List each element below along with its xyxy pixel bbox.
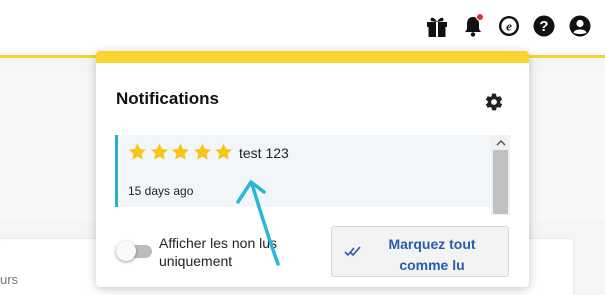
gear-icon	[485, 93, 503, 111]
mark-all-read-label: Marquez tout comme lu	[388, 236, 476, 273]
popup-title: Notifications	[116, 89, 219, 108]
notification-settings-button[interactable]	[484, 92, 504, 112]
star-rating	[127, 142, 235, 162]
notification-text: test 123	[239, 145, 289, 161]
notifications-bell-button[interactable]	[460, 13, 486, 39]
e-circle-icon[interactable]: e	[496, 13, 522, 39]
notifications-scrollbar[interactable]	[491, 135, 510, 215]
star-icon	[150, 143, 168, 160]
notifications-popup: Notifications test 123 15 days ago Affic…	[96, 51, 529, 287]
double-check-icon	[344, 246, 361, 257]
star-icon	[193, 143, 211, 160]
toggle-knob	[116, 241, 136, 261]
mark-all-read-button[interactable]: Marquez tout comme lu	[331, 226, 509, 277]
star-icon	[215, 143, 233, 160]
scrollbar-thumb[interactable]	[493, 150, 508, 214]
star-icon	[129, 143, 146, 160]
star-icon	[172, 143, 190, 160]
chevron-up-icon	[495, 139, 506, 146]
svg-text:?: ?	[539, 18, 548, 35]
notifications-list: test 123 15 days ago	[115, 135, 510, 215]
svg-text:e: e	[506, 19, 512, 34]
help-icon[interactable]: ?	[531, 13, 557, 39]
popup-accent-bar	[96, 51, 529, 63]
notification-dot	[476, 13, 484, 21]
notification-time: 15 days ago	[128, 184, 194, 198]
notification-item[interactable]: test 123 15 days ago	[115, 135, 491, 207]
unread-only-toggle[interactable]	[116, 241, 152, 261]
scroll-up-button[interactable]	[491, 135, 510, 149]
background-partial-text: urs	[0, 272, 19, 287]
account-icon[interactable]	[567, 13, 593, 39]
unread-only-toggle-label[interactable]: Afficher les non lus uniquement	[159, 234, 319, 270]
gift-icon[interactable]	[424, 13, 450, 39]
